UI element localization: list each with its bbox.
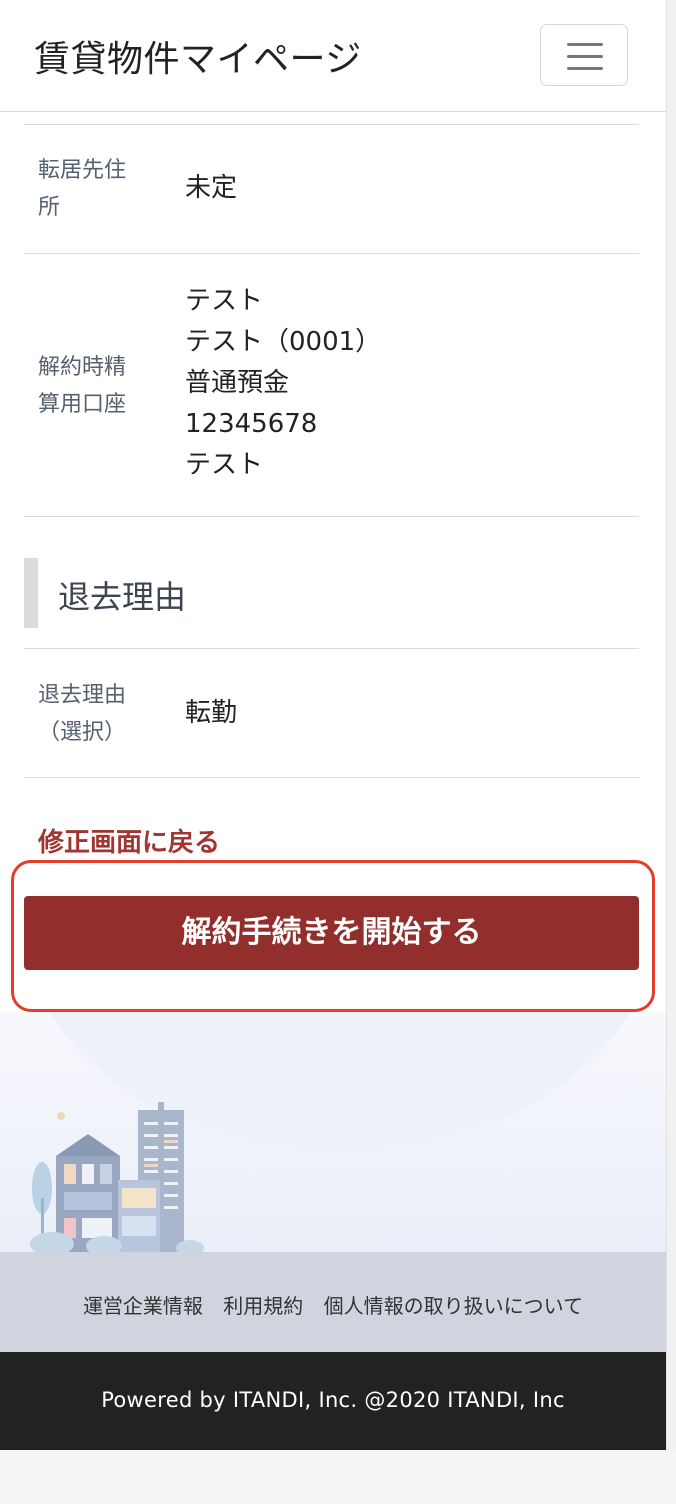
section-heading-accent xyxy=(24,558,38,628)
footer-link-company[interactable]: 運営企業情報 xyxy=(83,1294,203,1318)
divider xyxy=(24,648,639,649)
page: 賃貸物件マイページ 転居先住 所 未定 解約時精 算用口座 テスト テスト（00… xyxy=(0,0,666,1450)
footer-link-terms[interactable]: 利用規約 xyxy=(223,1294,303,1318)
footer-link-privacy[interactable]: 個人情報の取り扱いについて xyxy=(324,1294,583,1318)
start-cancellation-button[interactable]: 解約手続きを開始する xyxy=(24,896,639,970)
back-to-edit-link[interactable]: 修正画面に戻る xyxy=(38,822,220,859)
field-value-new-address: 未定 xyxy=(185,173,238,203)
field-label-refund-account: 解約時精 算用口座 xyxy=(38,355,127,417)
divider xyxy=(24,777,639,778)
divider xyxy=(24,516,639,517)
divider xyxy=(24,124,639,125)
footer-copyright-bar: Powered by ITANDI, Inc. @2020 ITANDI, In… xyxy=(0,1352,666,1450)
divider xyxy=(24,253,639,254)
field-value-refund-account: テスト テスト（0001） 普通預金 12345678 テスト xyxy=(185,286,382,480)
footer-illustration xyxy=(0,1012,666,1252)
city-buildings-illustration xyxy=(30,1102,204,1252)
field-value-move-out-reason: 転勤 xyxy=(185,698,238,728)
hamburger-icon xyxy=(567,43,603,70)
menu-toggle-button[interactable] xyxy=(540,24,628,86)
footer-links-bar: 運営企業情報 利用規約 個人情報の取り扱いについて xyxy=(0,1252,666,1352)
scrollbar[interactable] xyxy=(666,0,676,1450)
brand-title[interactable]: 賃貸物件マイページ xyxy=(34,30,362,82)
field-label-new-address: 転居先住 所 xyxy=(38,158,127,220)
copyright-text: Powered by ITANDI, Inc. @2020 ITANDI, In… xyxy=(101,1388,565,1412)
field-label-move-out-reason: 退去理由 （選択） xyxy=(38,683,127,745)
navbar: 賃貸物件マイページ xyxy=(0,0,666,112)
